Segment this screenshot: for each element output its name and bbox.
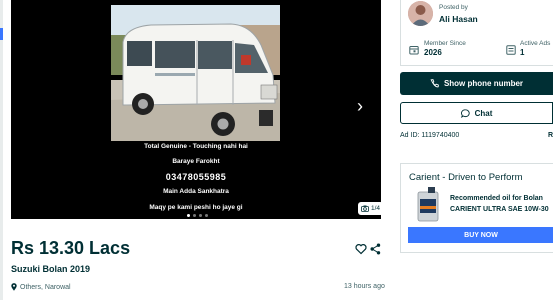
member-since-label: Member Since xyxy=(424,40,466,47)
gallery-dot-2[interactable] xyxy=(193,214,196,217)
ad-id: Ad ID: 1119740400 xyxy=(400,132,460,139)
listing-price: Rs 13.30 Lacs xyxy=(11,238,131,258)
seller-card[interactable]: Posted by Ali Hasan Member Since 2026 Ac… xyxy=(400,0,553,66)
listing-title: Suzuki Bolan 2019 xyxy=(11,264,91,274)
next-image-arrow-icon[interactable]: › xyxy=(351,96,369,116)
report-ad-link[interactable]: R xyxy=(548,132,553,139)
chat-button[interactable]: Chat xyxy=(400,102,553,124)
phone-icon xyxy=(430,79,439,88)
image-counter: 1/4 xyxy=(358,202,381,215)
left-edge-indicator xyxy=(0,28,3,40)
gallery-caption-phone: 03478055985 xyxy=(165,172,227,182)
gallery-dot-4[interactable] xyxy=(205,214,208,217)
camera-icon xyxy=(361,205,369,212)
calendar-icon xyxy=(409,46,419,55)
ads-list-icon xyxy=(506,45,516,55)
buy-now-button[interactable]: BUY NOW xyxy=(408,227,553,243)
gallery-caption-1: Total Genuine - Touching nahi hai xyxy=(144,143,248,150)
gallery-dots xyxy=(187,214,208,217)
image-gallery[interactable]: Total Genuine - Touching nahi hai Baraye… xyxy=(11,0,381,219)
favorite-heart-icon[interactable] xyxy=(355,243,367,255)
listing-location: Others, Narowal xyxy=(11,283,71,291)
location-pin-icon xyxy=(11,283,17,291)
promo-line-1: Recommended oil for Bolan xyxy=(450,195,543,202)
right-sidebar: Posted by Ali Hasan Member Since 2026 Ac… xyxy=(400,0,553,300)
gallery-caption-2: Baraye Farokht xyxy=(172,158,220,165)
show-phone-number-label: Show phone number xyxy=(443,79,524,88)
image-counter-text: 1/4 xyxy=(370,205,381,212)
chat-bubble-icon xyxy=(460,108,470,118)
gallery-caption-5: Maqy pe kami peshi ho jaye gi xyxy=(149,204,243,211)
oil-can-image xyxy=(417,187,439,222)
left-scroll-edge xyxy=(0,0,3,300)
show-phone-number-button[interactable]: Show phone number xyxy=(400,72,553,95)
sponsored-promo-card[interactable]: Carient - Driven to Perform Recommended … xyxy=(400,163,553,253)
avatar[interactable] xyxy=(408,1,433,26)
seller-name[interactable]: Ali Hasan xyxy=(439,14,478,24)
posted-time: 13 hours ago xyxy=(344,283,385,290)
member-since-value: 2026 xyxy=(424,48,442,57)
chat-label: Chat xyxy=(474,108,493,118)
active-ads-value: 1 xyxy=(520,48,525,57)
promo-title: Carient - Driven to Perform xyxy=(409,172,523,183)
promo-line-2: CARIENT ULTRA SAE 10W-30 xyxy=(450,206,549,213)
share-icon[interactable] xyxy=(370,243,381,255)
vehicle-photo xyxy=(111,5,280,141)
active-ads-label: Active Ads xyxy=(520,40,551,47)
location-text: Others, Narowal xyxy=(20,283,71,291)
posted-by-label: Posted by xyxy=(439,4,468,11)
gallery-caption-4: Main Adda Sankhatra xyxy=(163,188,229,195)
gallery-dot-1[interactable] xyxy=(187,214,190,217)
gallery-dot-3[interactable] xyxy=(199,214,202,217)
